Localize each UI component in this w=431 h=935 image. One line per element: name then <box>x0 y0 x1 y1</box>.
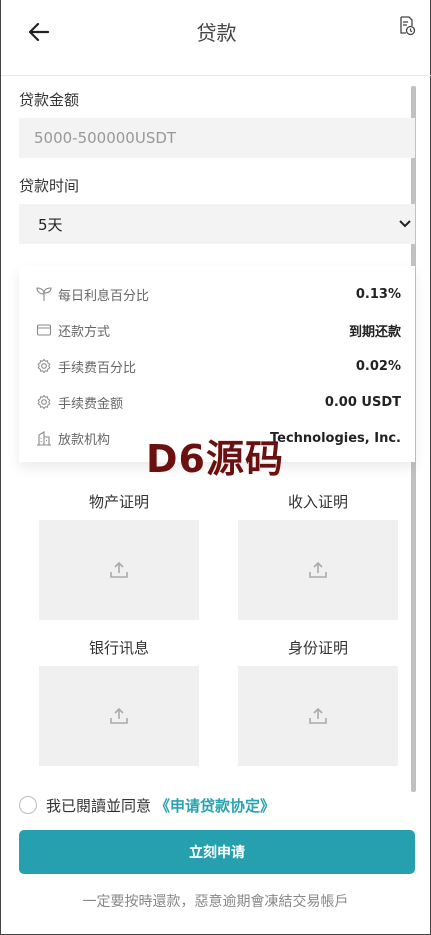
info-label: 每日利息百分比 <box>58 288 150 304</box>
amount-input[interactable] <box>19 118 415 158</box>
upload-identity-proof[interactable] <box>238 666 398 766</box>
watermark: D6源码 <box>146 437 284 481</box>
loan-record-button[interactable] <box>398 16 418 38</box>
gear-icon <box>35 394 52 411</box>
term-select-value: 5天 <box>38 215 63 234</box>
doc-title: 物产证明 <box>88 493 149 511</box>
info-row-daily-rate: 每日利息百分比 0.13% <box>35 283 401 305</box>
apply-button[interactable]: 立刻申请 <box>19 830 415 874</box>
gear-icon <box>35 358 52 375</box>
upload-icon <box>110 561 128 578</box>
info-label: 还款方式 <box>58 324 111 340</box>
info-value: 0.02% <box>355 358 401 374</box>
wallet-icon <box>35 322 52 339</box>
agreement-text: 我已閱讀並同意 <box>46 796 152 815</box>
info-row-fee-rate: 手续费百分比 0.02% <box>35 355 401 377</box>
upload-bank-info[interactable] <box>39 666 199 766</box>
amount-field <box>19 118 415 158</box>
info-value: 0.13% <box>355 286 401 302</box>
agreement-radio[interactable] <box>19 796 37 814</box>
document-clock-icon <box>400 16 416 36</box>
term-label: 贷款时间 <box>19 177 80 195</box>
header-divider <box>1 75 431 76</box>
info-label: 手续费百分比 <box>58 360 137 376</box>
footer-note: 一定要按時還款，惡意逾期會凍結交易帳戶 <box>82 894 349 910</box>
doc-title: 收入证明 <box>287 493 348 511</box>
agreement-row: 我已閱讀並同意 《申请贷款协定》 <box>19 794 275 816</box>
info-row-repayment: 还款方式 到期还款 <box>35 319 401 341</box>
agreement-link[interactable]: 《申请贷款协定》 <box>155 795 275 816</box>
info-value: Technologies, Inc. <box>269 430 401 446</box>
info-label: 手续费金额 <box>58 396 124 412</box>
doc-title: 身份证明 <box>287 639 348 657</box>
chevron-down-icon <box>399 220 411 228</box>
upload-income-proof[interactable] <box>238 520 398 620</box>
upload-icon <box>110 707 128 724</box>
term-select[interactable]: 5天 <box>19 204 415 244</box>
info-row-fee-amount: 手续费金额 0.00 USDT <box>35 391 401 413</box>
sprout-icon <box>35 286 52 303</box>
upload-icon <box>309 707 327 724</box>
upload-property-proof[interactable] <box>39 520 199 620</box>
page-title: 贷款 <box>196 21 237 45</box>
info-value: 0.00 USDT <box>324 394 401 410</box>
amount-label: 贷款金额 <box>19 91 80 109</box>
building-icon <box>35 430 52 447</box>
doc-title: 银行讯息 <box>88 639 149 657</box>
upload-icon <box>309 561 327 578</box>
info-value: 到期还款 <box>348 324 401 340</box>
header-bar: 贷款 <box>1 0 431 62</box>
